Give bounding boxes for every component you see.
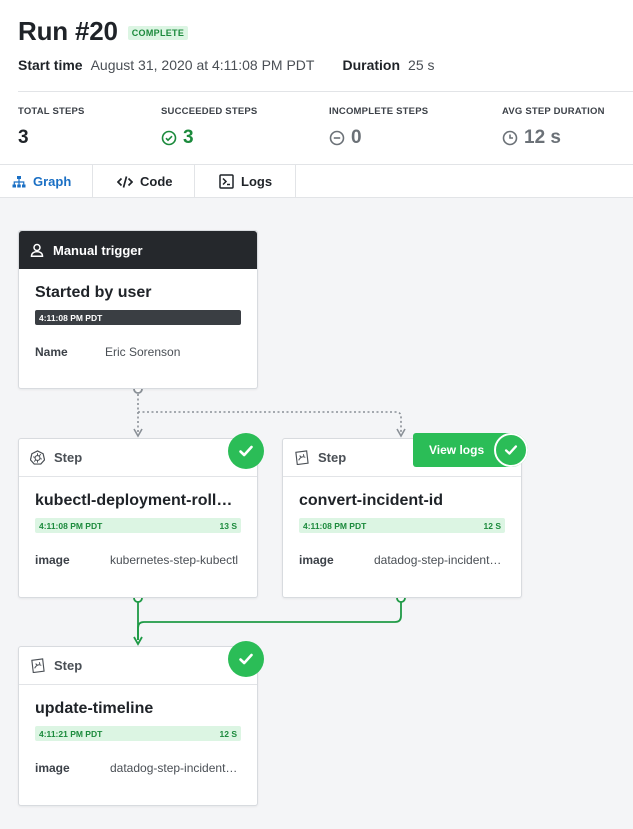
success-check-icon[interactable] bbox=[228, 641, 264, 677]
field-key: image bbox=[35, 761, 70, 775]
datadog-icon bbox=[31, 658, 45, 673]
arrowhead bbox=[396, 428, 406, 438]
step-title: kubectl-deployment-rollba... bbox=[35, 492, 249, 509]
step-field: image datadog-step-incident-ti... bbox=[35, 761, 241, 775]
trigger-field: Name Eric Sorenson bbox=[35, 345, 241, 359]
step-card[interactable]: Step kubectl-deployment-rollba... 4:11:0… bbox=[18, 438, 258, 598]
trigger-header-label: Manual trigger bbox=[53, 242, 143, 258]
step-header-label: Step bbox=[54, 658, 83, 673]
trigger-time-bar: 4:11:08 PM PDT bbox=[35, 310, 241, 325]
success-check-icon bbox=[494, 433, 528, 467]
field-key: image bbox=[299, 553, 334, 567]
step-time: 4:11:21 PM PDT bbox=[39, 728, 103, 739]
datadog-icon bbox=[295, 450, 309, 465]
step-title: convert-incident-id bbox=[299, 492, 444, 509]
view-logs-label: View logs bbox=[429, 443, 485, 457]
step-field: image datadog-step-incident-ex... bbox=[299, 553, 505, 567]
step-time-bar: 4:11:08 PM PDT 12 S bbox=[299, 518, 505, 533]
step-duration: 12 S bbox=[219, 728, 238, 739]
trigger-card-header: Manual trigger bbox=[19, 231, 257, 269]
field-value: datadog-step-incident-ex... bbox=[374, 553, 505, 567]
step-duration: 12 S bbox=[483, 520, 502, 531]
field-key: Name bbox=[35, 345, 68, 359]
field-value: kubernetes-step-kubectl bbox=[110, 553, 239, 567]
step-card[interactable]: Step update-timeline 4:11:21 PM PDT 12 S… bbox=[18, 646, 258, 806]
step-header-label: Step bbox=[318, 450, 347, 465]
trigger-time: 4:11:08 PM PDT bbox=[39, 312, 103, 323]
step-time-bar: 4:11:08 PM PDT 13 S bbox=[35, 518, 241, 533]
field-value: Eric Sorenson bbox=[105, 345, 181, 359]
step-card-header: Step bbox=[19, 647, 257, 685]
edge-convert-to-update bbox=[137, 602, 402, 640]
step-time: 4:11:08 PM PDT bbox=[303, 520, 367, 531]
trigger-title: Started by user bbox=[35, 284, 152, 301]
edge-trigger-to-convert bbox=[138, 411, 402, 432]
field-key: image bbox=[35, 553, 70, 567]
success-check-icon[interactable] bbox=[228, 433, 264, 469]
kubernetes-icon bbox=[30, 450, 45, 465]
user-icon bbox=[30, 243, 44, 257]
step-duration: 13 S bbox=[219, 520, 238, 531]
step-time-bar: 4:11:21 PM PDT 12 S bbox=[35, 726, 241, 741]
step-title: update-timeline bbox=[35, 700, 154, 717]
step-time: 4:11:08 PM PDT bbox=[39, 520, 103, 531]
step-card-header: Step bbox=[19, 439, 257, 477]
step-header-label: Step bbox=[54, 450, 83, 465]
trigger-card[interactable]: Manual trigger Started by user 4:11:08 P… bbox=[18, 230, 258, 389]
field-value: datadog-step-incident-ti... bbox=[110, 761, 241, 775]
view-logs-button[interactable]: View logs bbox=[413, 433, 528, 467]
step-field: image kubernetes-step-kubectl bbox=[35, 553, 241, 567]
